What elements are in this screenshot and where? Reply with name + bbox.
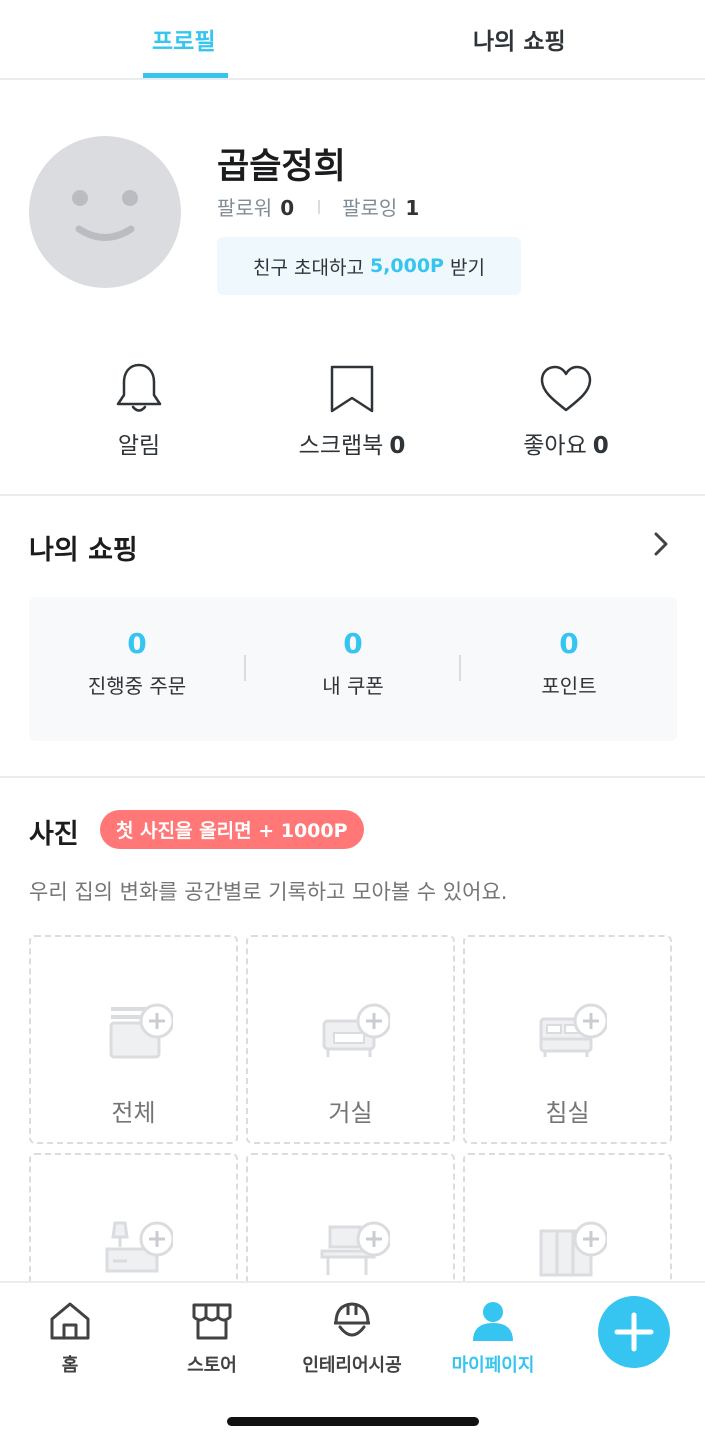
nav-interior-construction[interactable]: 인테리어시공 [282,1299,422,1377]
active-tab-indicator [143,73,228,78]
nav-home[interactable]: 홈 [0,1299,140,1377]
invite-friends-button[interactable]: 친구 초대하고 5,000P 받기 [217,237,521,295]
scrapbook-button[interactable]: 스크랩북 0 [252,362,452,460]
room-card-bedroom[interactable]: 침실 [463,935,672,1144]
followers-label: 팔로워 [217,196,273,220]
following-count: 1 [405,196,420,220]
nav-label: 홈 [61,1355,79,1376]
smiley-face-icon [72,190,138,241]
followers-count: 0 [280,196,295,220]
wardrobe-icon [539,1221,607,1277]
follow-stats: 팔로워 0 팔로잉 1 [217,192,419,221]
invite-reward: 5,000P [369,255,444,277]
desk-icon [320,1221,390,1275]
shopping-summary: 0 진행중 주문 0 내 쿠폰 0 포인트 [29,597,677,741]
alarm-label: 알림 [117,433,161,459]
likes-label: 좋아요 [523,433,587,459]
sofa-icon [322,1003,390,1057]
person-icon [473,1302,513,1341]
home-indicator [227,1417,479,1426]
bell-icon [116,363,162,412]
avatar[interactable] [29,136,181,288]
tab-my-shopping[interactable]: 나의 쇼핑 [473,22,566,56]
nav-label: 인테리어시공 [302,1355,402,1376]
scrapbook-count: 0 [389,433,406,459]
orders-label: 진행중 주문 [87,674,187,698]
room-label: 거실 [328,1099,373,1127]
bottom-navigation: 홈 스토어 인테리어시공 마이페이지 [0,1281,705,1440]
room-label: 전체 [111,1099,156,1127]
photo-reward-badge: 첫 사진을 올리면 + 1000P [100,810,364,849]
my-shopping-title[interactable]: 나의 쇼핑 [29,528,138,567]
likes-count: 0 [592,433,609,459]
chevron-right-icon[interactable] [650,530,672,558]
room-label: 침실 [545,1099,590,1127]
nav-store[interactable]: 스토어 [142,1299,282,1377]
divider [318,199,321,214]
top-tab-bar: 프로필 나의 쇼핑 [0,0,705,80]
bed-icon [539,1003,607,1057]
following-link[interactable]: 팔로잉 1 [342,192,419,221]
nav-label: 마이페이지 [451,1355,535,1376]
vanity-icon [105,1221,173,1273]
plus-icon [614,1312,654,1352]
coupons-label: 내 쿠폰 [322,674,384,698]
room-card-all[interactable]: 전체 [29,935,238,1144]
points[interactable]: 0 포인트 [461,627,677,699]
orders-count: 0 [127,627,147,660]
likes-button[interactable]: 좋아요 0 [466,362,666,460]
heart-icon [540,365,592,412]
scrapbook-label: 스크랩북 [298,433,384,459]
nav-my-page[interactable]: 마이페이지 [423,1299,563,1377]
my-coupons[interactable]: 0 내 쿠폰 [245,627,461,699]
store-icon [192,1303,232,1340]
bookmark-icon [330,365,374,413]
section-divider [0,494,705,496]
invite-suffix: 받기 [449,256,485,279]
points-count: 0 [559,627,579,660]
section-divider [0,776,705,778]
room-card-living-room[interactable]: 거실 [246,935,455,1144]
nav-label: 스토어 [187,1355,237,1376]
following-label: 팔로잉 [342,196,398,220]
home-icon [50,1302,90,1340]
add-content-button[interactable] [598,1296,670,1368]
invite-prefix: 친구 초대하고 [253,256,364,279]
coupons-count: 0 [343,627,363,660]
followers-link[interactable]: 팔로워 0 [217,192,294,221]
username: 곱슬정희 [217,147,346,187]
photos-title: 사진 [29,819,79,850]
points-label: 포인트 [541,674,597,698]
helmet-icon [334,1302,370,1337]
photos-description: 우리 집의 변화를 공간별로 기록하고 모아볼 수 있어요. [29,880,508,904]
alarm-button[interactable]: 알림 [39,362,239,460]
tab-profile[interactable]: 프로필 [152,22,215,56]
orders-in-progress[interactable]: 0 진행중 주문 [29,627,245,699]
all-rooms-icon [109,1003,173,1059]
